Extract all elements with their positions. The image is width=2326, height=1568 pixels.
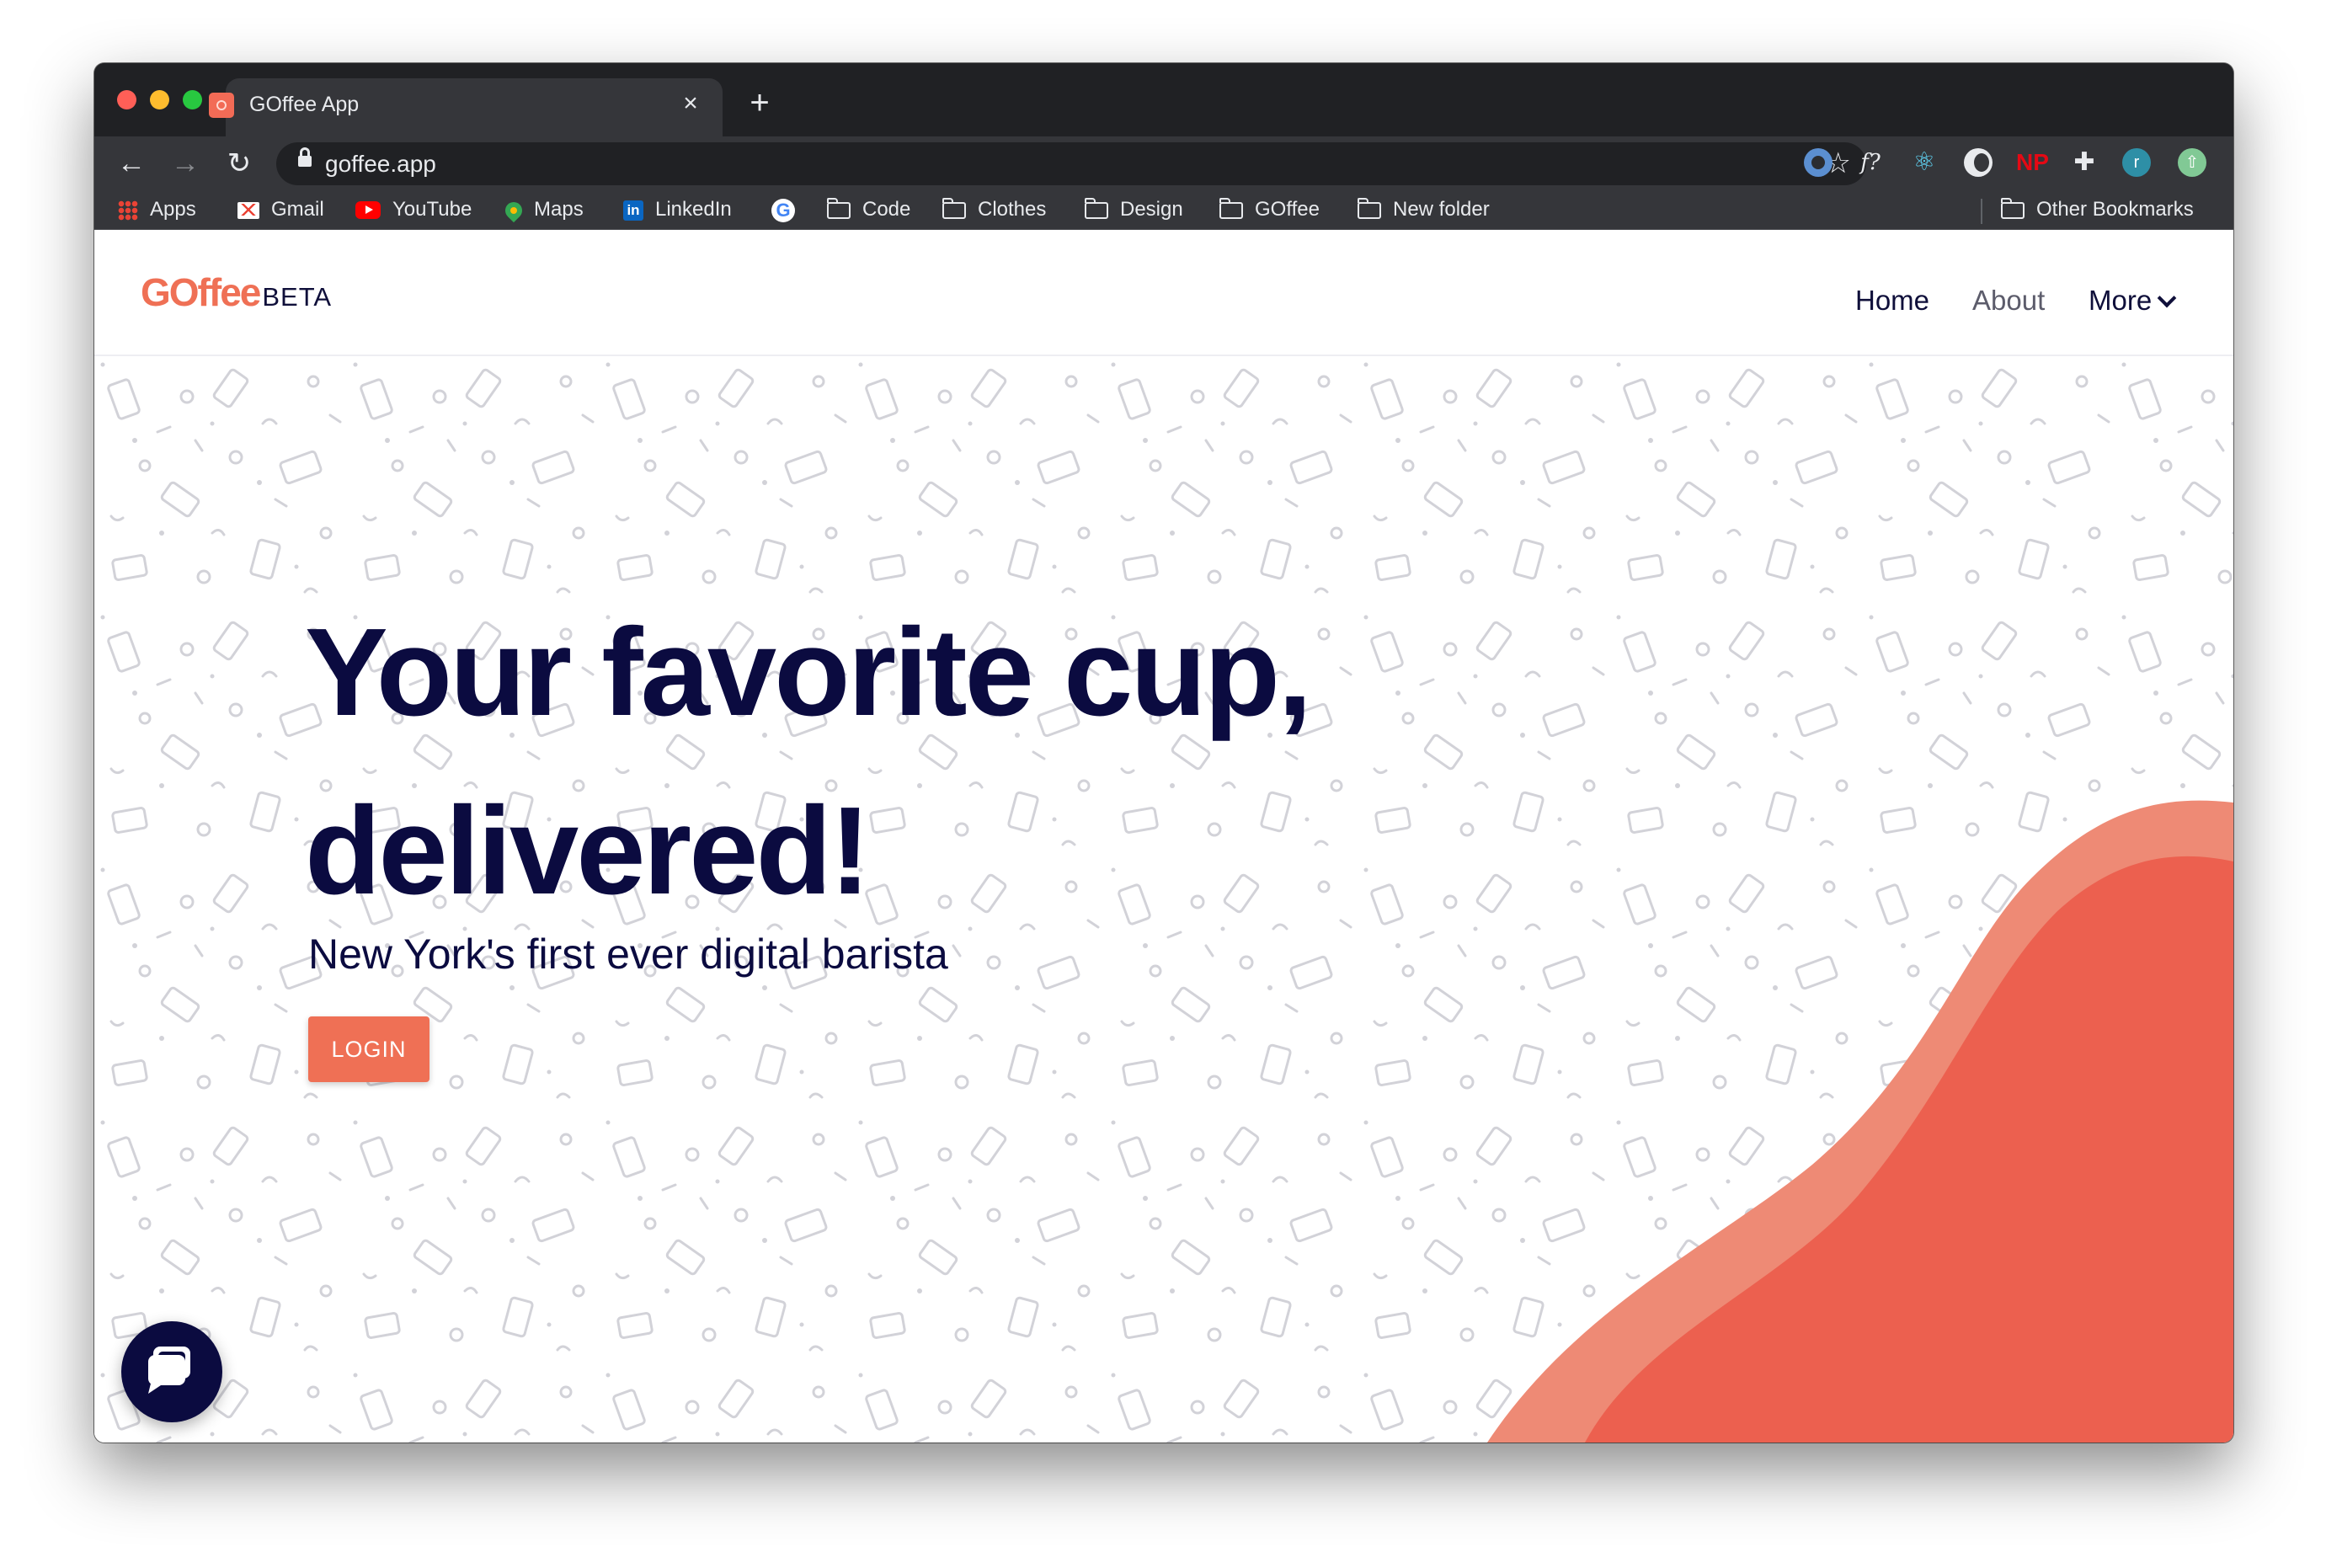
folder-icon [827,197,851,219]
folder-icon [942,197,966,219]
netflix-party-icon[interactable]: NP [2016,148,2049,177]
login-button[interactable]: LOGIN [308,1016,429,1082]
google-icon: G [771,198,795,222]
hero-headline: Your favorite cup, delivered! [305,584,1312,941]
web-page: GOffeeBETA Home About More Your favorite… [94,230,2233,1443]
bookmark-folder-new-folder[interactable]: New folder [1358,196,1490,223]
hero-section: Your favorite cup, delivered! New York's… [94,356,2233,1443]
nav-more-dropdown[interactable]: More [2089,284,2177,317]
lock-icon[interactable] [298,147,312,167]
reload-button[interactable]: ↻ [221,145,258,182]
gmail-icon [237,201,259,219]
extension-formula-icon[interactable]: f? [1856,148,1885,177]
bookmark-folder-design[interactable]: Design [1085,196,1183,223]
bookmark-linkedin[interactable]: in LinkedIn [623,196,732,223]
folder-icon [1085,197,1108,219]
hero-subheadline: New York's first ever digital barista [308,931,948,978]
bookmark-folder-clothes[interactable]: Clothes [942,196,1046,223]
extensions-puzzle-icon[interactable]: ✚ [2070,148,2099,177]
react-devtools-icon[interactable]: ⚛ [1910,148,1939,177]
apps-grid-icon [118,200,138,221]
maximize-window-button[interactable] [183,90,202,109]
minimize-window-button[interactable] [150,90,169,109]
bookmark-google[interactable]: G [771,196,807,223]
browser-toolbar: ← → ↻ goffee.app ☆ f? ⚛ NP ✚ r ⇧ [94,136,2233,190]
beta-badge: BETA [262,282,333,312]
bookmarks-bar: Apps Gmail YouTube Maps in LinkedIn G Cod… [94,190,2233,230]
profile-avatar[interactable]: r [2122,148,2151,177]
tab-title: GOffee App [249,93,360,116]
close-tab-icon[interactable]: × [675,88,706,119]
nav-about-link[interactable]: About [1972,284,2045,317]
bookmark-folder-code[interactable]: Code [827,196,910,223]
bookmark-maps[interactable]: Maps [501,196,584,223]
youtube-icon [355,201,381,220]
chat-bubble-icon [148,1347,190,1394]
maps-icon [501,198,526,222]
chat-widget-button[interactable] [121,1321,222,1422]
bookmark-folder-goffee[interactable]: GOffee [1219,196,1320,223]
nav-home-link[interactable]: Home [1855,284,1929,317]
url-text[interactable]: goffee.app [325,151,436,178]
bookmarks-separator [1981,199,1982,224]
bookmark-gmail[interactable]: Gmail [237,196,324,223]
update-icon[interactable]: ⇧ [2178,148,2206,177]
other-bookmarks[interactable]: Other Bookmarks [2001,196,2194,223]
bookmark-apps[interactable]: Apps [118,196,196,223]
headline-line-2: delivered! [305,781,871,920]
folder-icon [1219,197,1243,219]
address-bar[interactable]: goffee.app ☆ [276,142,1866,185]
back-button[interactable]: ← [113,145,150,182]
goffee-favicon-icon [209,93,234,118]
linkedin-icon: in [623,200,643,221]
chevron-down-icon [2157,288,2177,308]
extension-moon-icon[interactable] [1964,148,1993,177]
logo-text: GOffee [141,270,261,314]
folder-icon [2001,197,2025,219]
new-tab-button[interactable]: + [743,86,776,120]
tab-strip: GOffee App × + [94,63,2233,136]
folder-icon [1358,197,1381,219]
headline-line-1: Your favorite cup, [305,603,1312,742]
browser-window: GOffee App × + ← → ↻ goffee.app ☆ f? ⚛ N… [94,63,2233,1443]
site-navbar: GOffeeBETA Home About More [94,230,2233,356]
forward-button[interactable]: → [167,145,204,182]
extension-1-icon[interactable] [1804,148,1833,177]
bookmark-youtube[interactable]: YouTube [355,196,472,223]
site-logo[interactable]: GOffeeBETA [141,269,332,315]
close-window-button[interactable] [117,90,136,109]
